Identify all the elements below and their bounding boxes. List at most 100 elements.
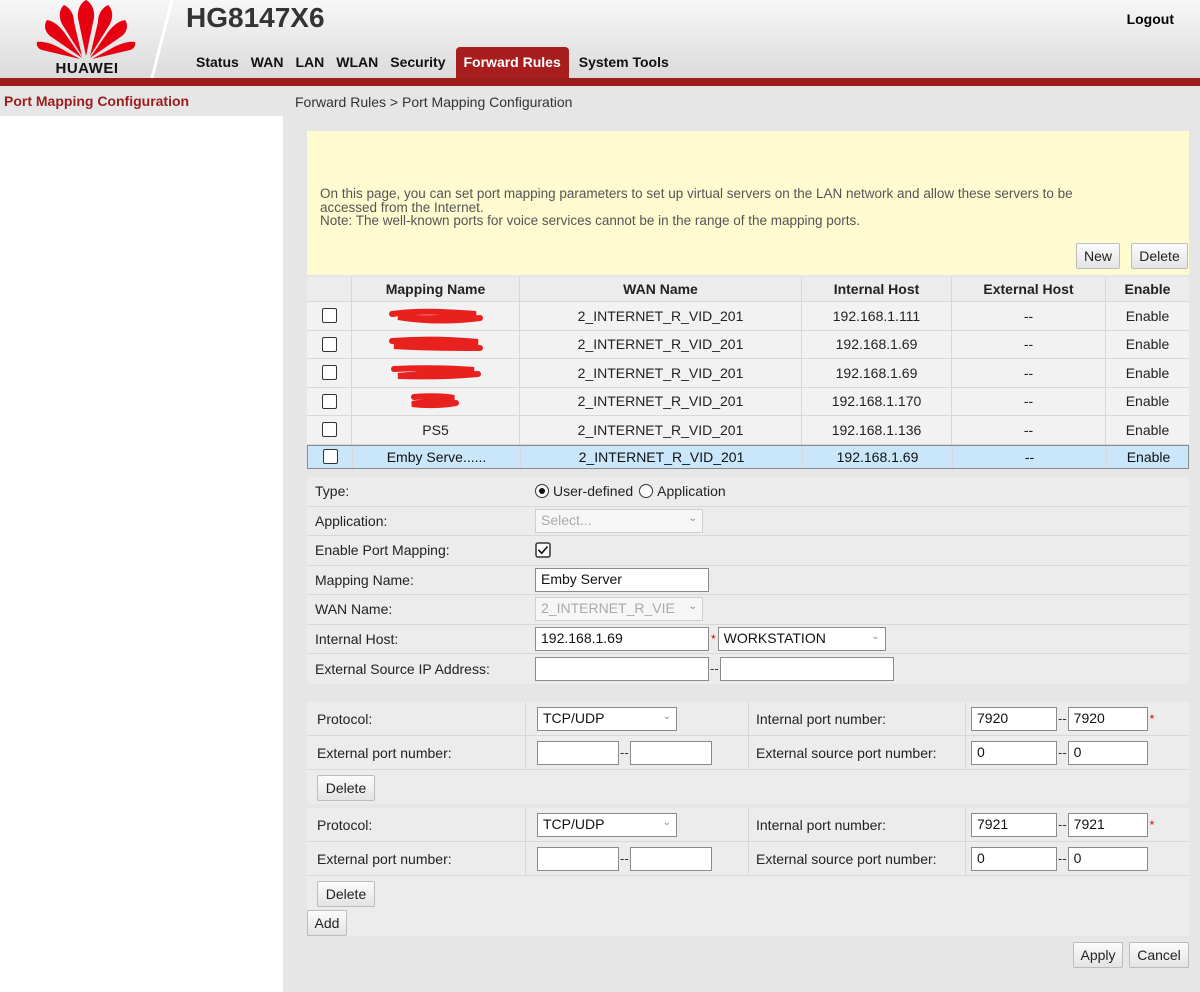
external-port-start-input[interactable] (537, 740, 619, 765)
port-row-delete: Delete (307, 770, 1189, 804)
external-host-cell: -- (951, 387, 1105, 415)
nav-wlan[interactable]: WLAN (330, 47, 384, 78)
table-row[interactable]: 2_INTERNET_R_VID_201 192.168.1.69 -- Ena… (307, 359, 1189, 388)
nav-security[interactable]: Security (384, 47, 451, 78)
nav-forward-rules[interactable]: Forward Rules (455, 47, 569, 78)
table-row-selected[interactable]: Emby Serve...... 2_INTERNET_R_VID_201 19… (307, 444, 1189, 469)
port-row-protocol: Protocol: TCP/UDP ⌄ Internal port number… (307, 808, 1189, 842)
ext-src-ip-label: External Source IP Address: (315, 660, 490, 677)
enable-cell: Enable (1105, 359, 1189, 387)
wan-name-label: WAN Name: (315, 601, 393, 618)
notice-line-1: On this page, you can set port mapping p… (320, 186, 1073, 201)
add-port-button[interactable]: Add (307, 910, 347, 936)
add-row: Add (307, 910, 1189, 936)
row-checkbox[interactable] (321, 336, 337, 352)
range-dash: -- (710, 661, 719, 677)
header-enable: Enable (1105, 277, 1189, 301)
wan-name-cell: 2_INTERNET_R_VID_201 (520, 445, 802, 468)
internal-port-start-input[interactable]: 7921 (971, 812, 1057, 837)
radio-application[interactable] (639, 484, 654, 499)
application-select[interactable]: Select... ⌄ (535, 508, 703, 533)
table-row[interactable]: PS5 2_INTERNET_R_VID_201 192.168.1.136 -… (307, 416, 1189, 445)
wan-name-cell: 2_INTERNET_R_VID_201 (519, 359, 801, 387)
apply-button[interactable]: Apply (1073, 942, 1123, 968)
row-checkbox[interactable] (322, 449, 338, 464)
ext-src-ip-end-input[interactable] (719, 656, 894, 681)
protocol-select-value: TCP/UDP (543, 815, 605, 832)
wan-name-select-value: 2_INTERNET_R_VIE (541, 600, 675, 617)
external-host-cell: -- (951, 416, 1105, 444)
internal-port-end-input[interactable]: 7921 (1067, 812, 1148, 837)
row-checkbox[interactable] (321, 365, 337, 381)
external-port-start-input[interactable] (537, 846, 619, 871)
mapping-name-redacted (351, 330, 519, 358)
ext-src-port-label: External source port number: (756, 744, 937, 761)
enable-cell: Enable (1105, 387, 1189, 415)
enable-cell: Enable (1105, 330, 1189, 358)
sidebar-item-port-mapping[interactable]: Port Mapping Configuration (0, 86, 283, 116)
new-button[interactable]: New (1076, 243, 1120, 269)
logout-link[interactable]: Logout (1127, 11, 1174, 27)
port-row-external: External port number: -- External source… (307, 736, 1189, 770)
form-row-wan-name: WAN Name: 2_INTERNET_R_VIE ⌄ (307, 595, 1189, 625)
table-row[interactable]: 2_INTERNET_R_VID_201 192.168.1.170 -- En… (307, 387, 1189, 416)
row-checkbox[interactable] (321, 308, 337, 324)
cancel-button[interactable]: Cancel (1129, 942, 1189, 968)
header: HUAWEI HG8147X6 Logout Status WAN LAN WL… (0, 0, 1200, 86)
port-delete-button[interactable]: Delete (317, 881, 375, 907)
wan-name-select[interactable]: 2_INTERNET_R_VIE ⌄ (535, 597, 703, 622)
wan-name-cell: 2_INTERNET_R_VID_201 (519, 416, 801, 444)
ext-src-port-end-input[interactable]: 0 (1067, 740, 1148, 765)
ext-src-port-end-input[interactable]: 0 (1067, 846, 1148, 871)
delete-selected-button[interactable]: Delete (1131, 243, 1188, 269)
internal-host-cell: 192.168.1.170 (801, 387, 951, 415)
type-label: Type: (315, 483, 350, 500)
internal-port-start-input[interactable]: 7920 (971, 706, 1057, 731)
external-host-cell: -- (951, 330, 1105, 358)
protocol-select[interactable]: TCP/UDP ⌄ (537, 706, 677, 731)
range-dash: -- (1058, 817, 1067, 832)
nav-wan[interactable]: WAN (245, 47, 290, 78)
radio-application-label: Application (657, 483, 726, 500)
mapping-name-label: Mapping Name: (315, 571, 414, 588)
chevron-down-icon: ⌄ (662, 710, 671, 722)
redaction-scribble (391, 365, 481, 380)
mapping-name-input[interactable]: Emby Server (535, 567, 709, 592)
wan-name-cell: 2_INTERNET_R_VID_201 (519, 387, 801, 415)
redaction-scribble (411, 393, 459, 409)
port-delete-button[interactable]: Delete (317, 775, 375, 801)
internal-host-input[interactable]: 192.168.1.69 (535, 626, 709, 651)
table-row[interactable]: 2_INTERNET_R_VID_201 192.168.1.69 -- Ena… (307, 330, 1189, 359)
nav-lan[interactable]: LAN (289, 47, 330, 78)
ext-src-ip-start-input[interactable] (535, 656, 709, 681)
form-row-ext-src-ip: External Source IP Address: -- (307, 654, 1189, 684)
header-internal-host: Internal Host (801, 277, 951, 301)
row-checkbox[interactable] (321, 422, 337, 438)
protocol-select[interactable]: TCP/UDP ⌄ (537, 812, 677, 837)
radio-user-defined[interactable] (535, 484, 549, 499)
ext-src-port-start-input[interactable]: 0 (971, 846, 1057, 871)
external-port-end-input[interactable] (629, 740, 712, 765)
header-mapping-name: Mapping Name (351, 277, 519, 301)
enable-port-mapping-label: Enable Port Mapping: (315, 542, 450, 559)
nav-system-tools[interactable]: System Tools (573, 47, 675, 78)
enable-port-mapping-checkbox[interactable] (535, 542, 551, 558)
mapping-name-redacted (351, 302, 519, 330)
internal-host-device-select[interactable]: WORKSTATION ⌄ (717, 626, 886, 651)
table-row[interactable]: 2_INTERNET_R_VID_201 192.168.1.111 -- En… (307, 302, 1189, 331)
mapping-name-redacted (351, 387, 519, 415)
nav-status[interactable]: Status (190, 47, 245, 78)
mapping-name-redacted (351, 359, 519, 387)
required-marker: * (1149, 817, 1155, 832)
header-accent-bar (0, 78, 1200, 86)
external-port-label: External port number: (317, 744, 452, 761)
row-checkbox[interactable] (321, 393, 337, 409)
info-notice: On this page, you can set port mapping p… (307, 131, 1189, 275)
huawei-logo: HUAWEI (28, 0, 146, 78)
enable-cell: Enable (1105, 416, 1189, 444)
external-port-end-input[interactable] (629, 846, 712, 871)
radio-user-defined-label: User-defined (553, 483, 634, 500)
ext-src-port-start-input[interactable]: 0 (971, 740, 1057, 765)
internal-port-end-input[interactable]: 7920 (1067, 706, 1148, 731)
chevron-down-icon: ⌄ (688, 512, 697, 524)
